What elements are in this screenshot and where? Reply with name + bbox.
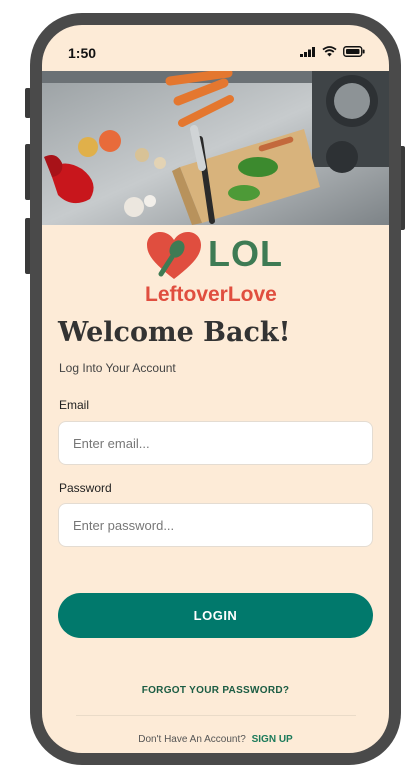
phone-frame: 1:50 LOL LeftoverLove Welcome Back! Log … [30,13,401,765]
password-label: Password [59,481,112,495]
status-icons [300,46,365,57]
brand-name: LeftoverLove [145,283,277,306]
signup-prompt: Don't Have An Account? SIGN UP [42,734,389,745]
email-label: Email [59,398,90,412]
brand-logo: LOL LeftoverLove [145,231,286,309]
kitchen-photo-illustration [42,71,389,225]
email-field[interactable] [58,421,373,465]
heart-spoon-icon [147,232,201,279]
forgot-password-link[interactable]: FORGOT YOUR PASSWORD? [42,685,389,696]
signup-link[interactable]: SIGN UP [252,734,293,745]
no-account-text: Don't Have An Account? [138,734,246,745]
signal-icon [300,46,315,57]
brand-short-name: LOL [208,233,283,274]
page-title: Welcome Back! [58,317,291,348]
password-field[interactable] [58,503,373,547]
status-bar: 1:50 [42,25,389,73]
wifi-icon [322,46,337,57]
hero-image [42,71,389,225]
footer-divider [76,715,356,716]
login-button[interactable]: LOGIN [58,593,373,638]
battery-icon [343,46,365,57]
status-time: 1:50 [68,45,97,61]
app-screen: 1:50 LOL LeftoverLove Welcome Back! Log … [42,25,389,753]
page-subtitle: Log Into Your Account [59,361,176,375]
